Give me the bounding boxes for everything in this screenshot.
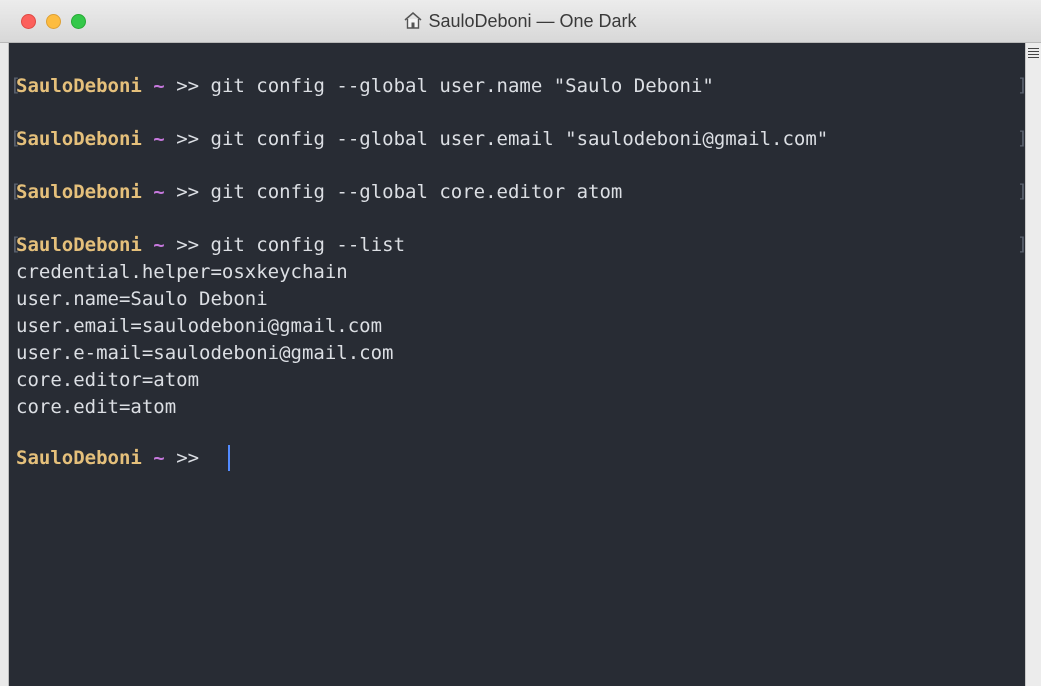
command-text: git config --global user.email "saulodeb…: [210, 128, 829, 150]
command-line: SauloDeboni ~ >> git config --global use…: [16, 126, 828, 152]
mark-bracket-right: ]: [1017, 75, 1028, 96]
window-title: SauloDeboni — One Dark: [0, 11, 1041, 34]
mark-bracket-right: ]: [1017, 128, 1028, 149]
output-line: user.name=Saulo Deboni: [16, 288, 268, 310]
text-cursor: [228, 445, 230, 471]
prompt-dir: ~: [153, 128, 165, 150]
prompt-dir: ~: [153, 447, 165, 469]
prompt-user: SauloDeboni: [16, 447, 142, 469]
output-line: user.email=saulodeboni@gmail.com: [16, 315, 383, 337]
prompt-dir: ~: [153, 75, 165, 97]
mark-bracket-right: ]: [1017, 181, 1028, 202]
prompt-symbol: >>: [176, 234, 200, 256]
prompt-dir: ~: [153, 181, 165, 203]
prompt-symbol: >>: [176, 75, 200, 97]
terminal-window: SauloDeboni — One Dark [ ] SauloDeboni ~…: [0, 0, 1041, 686]
left-edge: [0, 43, 9, 686]
command-text: git config --list: [210, 234, 406, 256]
mark-bracket-right: ]: [1017, 234, 1028, 255]
prompt-dir: ~: [153, 234, 165, 256]
home-icon: [404, 12, 422, 34]
title-bar[interactable]: SauloDeboni — One Dark: [0, 0, 1041, 43]
command-text: git config --global user.name "Saulo Deb…: [210, 75, 714, 97]
scroll-lines-icon[interactable]: [1028, 48, 1039, 59]
command-line: SauloDeboni ~ >> git config --global use…: [16, 73, 714, 99]
prompt-user: SauloDeboni: [16, 234, 142, 256]
prompt-symbol: >>: [176, 128, 200, 150]
prompt-user: SauloDeboni: [16, 181, 142, 203]
window-title-text: SauloDeboni — One Dark: [428, 11, 637, 31]
command-text: git config --global core.editor atom: [210, 181, 623, 203]
active-prompt-line: SauloDeboni ~ >>: [16, 445, 199, 471]
prompt-user: SauloDeboni: [16, 128, 142, 150]
prompt-symbol: >>: [176, 447, 200, 469]
output-line: credential.helper=osxkeychain: [16, 261, 348, 283]
prompt-user: SauloDeboni: [16, 75, 142, 97]
prompt-symbol: >>: [176, 181, 200, 203]
output-line: core.edit=atom: [16, 396, 177, 418]
output-line: user.e-mail=saulodeboni@gmail.com: [16, 342, 394, 364]
terminal-content[interactable]: [ ] SauloDeboni ~ >> git config --global…: [9, 43, 1028, 686]
command-line: SauloDeboni ~ >> git config --list: [16, 232, 405, 258]
output-line: core.editor=atom: [16, 369, 200, 391]
command-line: SauloDeboni ~ >> git config --global cor…: [16, 179, 622, 205]
